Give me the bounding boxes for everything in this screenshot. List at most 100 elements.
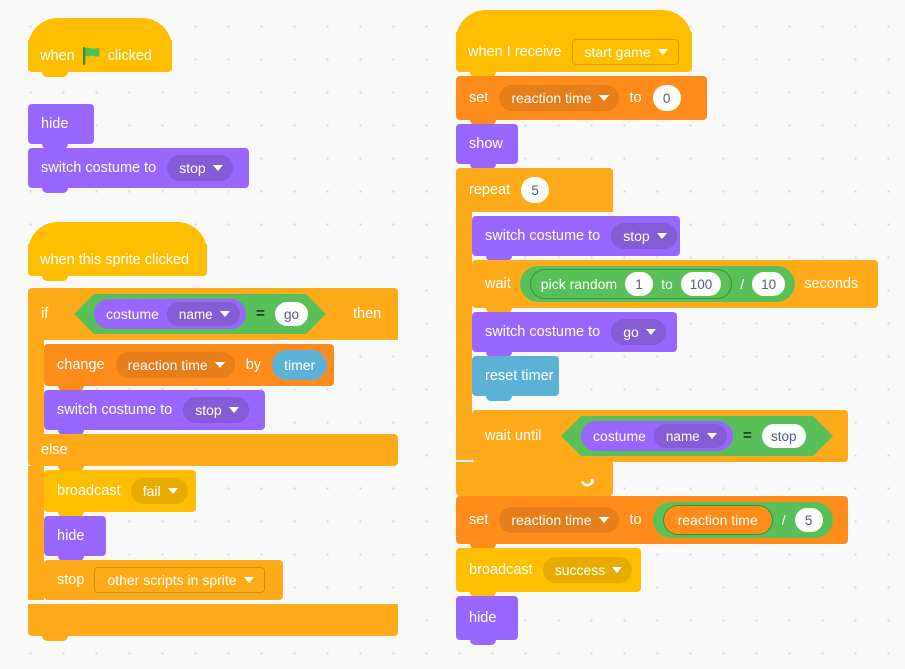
seconds-label: seconds <box>804 275 859 292</box>
green-flag-icon <box>82 47 100 65</box>
when-i-receive-label: when I receive <box>468 43 562 60</box>
reporter-costume[interactable]: costume name <box>94 299 246 329</box>
costume-property-dropdown[interactable]: name <box>166 302 240 326</box>
chevron-down-icon <box>612 567 623 573</box>
switch-costume-label-4: switch costume to <box>485 323 601 340</box>
hat-when-flag-clicked-content: when clicked <box>28 40 172 72</box>
block-change-reaction-time[interactable]: change reaction time by timer <box>44 344 334 386</box>
block-else-bar[interactable]: else <box>28 434 398 466</box>
hide-3-bump <box>470 640 496 645</box>
block-broadcast-success[interactable]: broadcast success <box>456 548 641 592</box>
block-workspace[interactable]: when clicked hide switch costume to stop… <box>0 0 905 669</box>
chevron-down-icon <box>656 233 667 239</box>
costume-property-value-2: name <box>665 428 700 444</box>
pick-random-to-input[interactable]: 100 <box>680 272 722 296</box>
message-dropdown-value: start game <box>584 44 651 60</box>
costume-dropdown-3-value: stop <box>623 228 650 244</box>
broadcast-label-2: broadcast <box>469 561 533 578</box>
message-dropdown[interactable]: start game <box>571 39 679 65</box>
block-show[interactable]: show <box>456 124 518 164</box>
block-hide-1[interactable]: hide <box>28 104 94 144</box>
hat-flag-bump <box>42 72 68 77</box>
block-switch-costume-2[interactable]: switch costume to stop <box>44 390 265 430</box>
to-label-bottom: to <box>629 511 642 528</box>
when-sprite-clicked-label: when this sprite clicked <box>40 251 190 268</box>
variable-set-bottom-value: reaction time <box>511 512 592 528</box>
divisor-input-wait[interactable]: 10 <box>752 272 786 296</box>
operator-pick-random[interactable]: pick random 1 to 100 <box>529 269 733 299</box>
change-label: change <box>57 356 105 373</box>
equals-operator: = <box>255 305 266 322</box>
else-label: else <box>41 441 68 458</box>
divisor-input-set[interactable]: 5 <box>794 508 823 532</box>
to-label-top: to <box>629 89 642 106</box>
repeat-count-input[interactable]: 5 <box>521 177 550 203</box>
block-if-else-footer[interactable] <box>28 604 398 636</box>
chevron-down-icon <box>243 577 254 583</box>
stop-label: stop <box>57 571 85 588</box>
block-switch-costume-3[interactable]: switch costume to stop <box>472 216 680 256</box>
costume-property-dropdown-2[interactable]: name <box>653 424 727 448</box>
hat-when-sprite-clicked[interactable]: when this sprite clicked <box>28 244 207 276</box>
clicked-label: clicked <box>107 47 152 64</box>
block-repeat-footer[interactable] <box>456 462 613 496</box>
if-branch-spine <box>28 340 44 438</box>
block-switch-costume-go[interactable]: switch costume to go <box>472 312 677 352</box>
pick-random-to-label: to <box>661 276 673 292</box>
stop-target-dropdown[interactable]: other scripts in sprite <box>94 567 265 593</box>
block-reset-timer[interactable]: reset timer <box>472 356 559 396</box>
costume-dropdown-go-value: go <box>623 324 639 340</box>
boolean-costume-equals-go[interactable]: costume name = go <box>74 294 326 334</box>
show-label: show <box>469 135 503 152</box>
broadcast-dropdown-success[interactable]: success <box>542 557 633 583</box>
costume-dropdown-go[interactable]: go <box>611 319 666 345</box>
by-label: by <box>245 356 262 373</box>
chevron-down-icon <box>657 49 668 55</box>
hide-label-3: hide <box>469 609 497 626</box>
if-label: if <box>41 305 49 322</box>
switch-costume-1-bump <box>42 188 68 193</box>
costume-dropdown[interactable]: stop <box>167 155 233 181</box>
block-broadcast-fail[interactable]: broadcast fail <box>44 470 196 512</box>
boolean-costume-equals-stop[interactable]: costume name = stop <box>561 416 833 456</box>
costume-dropdown-2[interactable]: stop <box>183 397 249 423</box>
broadcast-success-value: success <box>554 562 606 578</box>
block-stop-other-scripts[interactable]: stop other scripts in sprite <box>44 560 283 600</box>
block-repeat-header[interactable]: repeat 5 <box>456 168 613 212</box>
variable-dropdown-change-value: reaction time <box>127 357 208 373</box>
operator-divide-reaction-time[interactable]: reaction time / 5 <box>652 502 833 538</box>
set-value-input-top[interactable]: 0 <box>652 85 681 111</box>
set-label: set <box>469 89 489 106</box>
reporter-costume-2[interactable]: costume name <box>581 421 733 451</box>
set-label-bottom: set <box>469 511 489 528</box>
variable-dropdown-set-top[interactable]: reaction time <box>499 85 619 111</box>
block-hide-3[interactable]: hide <box>456 596 518 640</box>
block-set-reaction-time-0[interactable]: set reaction time to 0 <box>456 76 707 120</box>
hat-when-i-receive[interactable]: when I receive start game <box>456 32 692 72</box>
loop-arrow-icon <box>579 470 597 488</box>
hide-label: hide <box>41 115 69 132</box>
repeat-branch-spine <box>456 212 472 460</box>
reset-timer-label: reset timer <box>485 367 554 384</box>
switch-costume-label: switch costume to <box>41 159 157 176</box>
block-switch-costume-1[interactable]: switch costume to stop <box>28 148 249 188</box>
switch-costume-label-2: switch costume to <box>57 401 173 418</box>
operator-divide-random[interactable]: pick random 1 to 100 / 10 <box>519 266 796 302</box>
broadcast-dropdown-fail[interactable]: fail <box>130 478 188 504</box>
switch-costume-label-3: switch costume to <box>485 227 601 244</box>
stop-target-value: other scripts in sprite <box>107 572 237 588</box>
costume-dropdown-3[interactable]: stop <box>611 223 677 249</box>
reporter-timer[interactable]: timer <box>272 350 328 380</box>
block-set-reaction-time-div[interactable]: set reaction time to reaction time / 5 <box>456 496 848 544</box>
condition-value-input[interactable]: go <box>275 302 309 326</box>
wait-until-value-input[interactable]: stop <box>762 424 806 448</box>
chevron-down-icon <box>598 517 609 523</box>
pick-random-from-input[interactable]: 1 <box>625 272 654 296</box>
reporter-reaction-time[interactable]: reaction time <box>662 505 773 535</box>
chevron-down-icon <box>645 329 656 335</box>
if-else-footer-bump <box>42 636 68 641</box>
block-hide-2[interactable]: hide <box>44 516 106 556</box>
variable-dropdown-set-bottom[interactable]: reaction time <box>499 507 619 533</box>
variable-dropdown-change[interactable]: reaction time <box>115 352 235 378</box>
block-wait-seconds[interactable]: wait pick random 1 to 100 / 10 seconds <box>472 260 878 308</box>
